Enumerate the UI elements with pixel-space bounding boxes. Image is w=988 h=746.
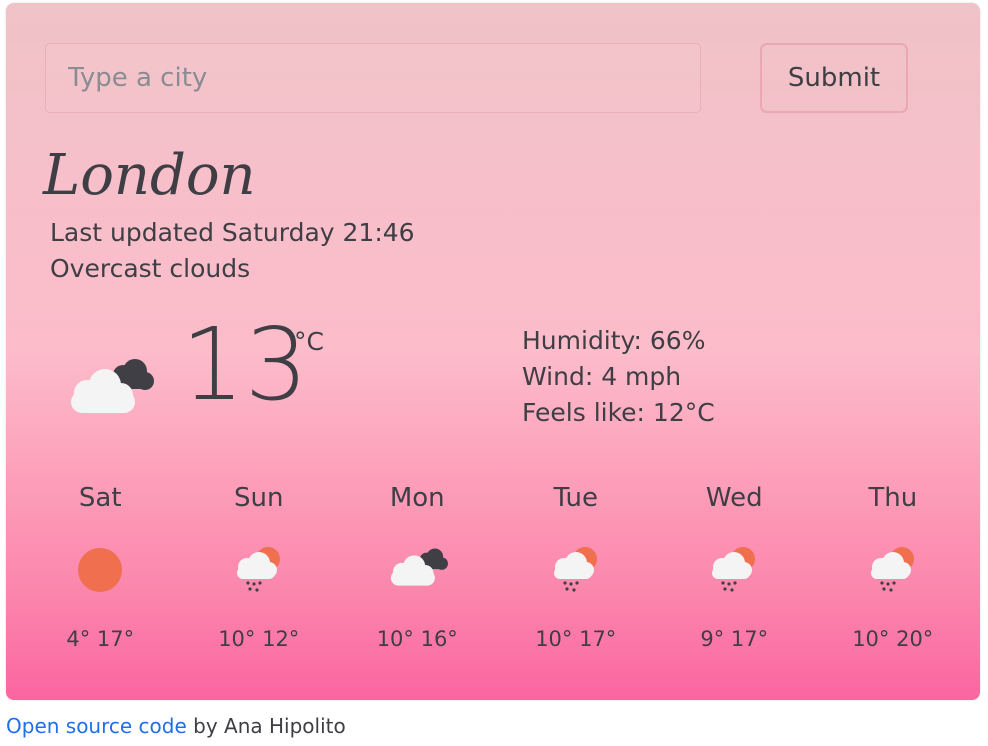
temperature-unit[interactable]: °C	[294, 327, 324, 356]
city-name: London	[43, 143, 256, 208]
city-search-input[interactable]	[45, 43, 701, 113]
forecast-temps: 10° 12°	[218, 627, 300, 651]
forecast-temps: 9° 17°	[700, 627, 769, 651]
forecast-day-name: Thu	[868, 483, 918, 513]
sun-icon	[75, 545, 125, 599]
forecast-day-name: Sun	[234, 483, 284, 513]
forecast-day: Sat 4° 17°	[21, 483, 180, 673]
last-updated-text: Last updated Saturday 21:46	[50, 218, 415, 247]
author-credit: by Ana Hipolito	[186, 714, 346, 738]
weather-details: Humidity: 66% Wind: 4 mph Feels like: 12…	[522, 323, 715, 431]
forecast-temps: 4° 17°	[66, 627, 135, 651]
overcast-clouds-icon	[61, 355, 157, 421]
forecast-day-name: Mon	[389, 483, 445, 513]
weather-card: Submit London Last updated Saturday 21:4…	[6, 3, 980, 700]
feels-like-text: Feels like: 12°C	[522, 398, 715, 427]
forecast-row: Sat 4° 17° Sun 10° 12° Mon 10° 16° Tue 1…	[21, 483, 976, 673]
rain-sun-cloud-icon	[708, 545, 760, 599]
wind-text: Wind: 4 mph	[522, 362, 682, 391]
humidity-text: Humidity: 66%	[522, 326, 706, 355]
overcast-clouds-icon	[384, 545, 450, 593]
rain-sun-cloud-icon	[550, 545, 602, 599]
rain-sun-cloud-icon	[233, 545, 285, 599]
forecast-day-name: Sat	[78, 483, 122, 513]
forecast-day: Mon 10° 16°	[338, 483, 497, 673]
forecast-day: Thu 10° 20°	[814, 483, 973, 673]
current-temperature: 13	[181, 306, 309, 423]
forecast-temps: 10° 16°	[376, 627, 458, 651]
submit-button[interactable]: Submit	[760, 43, 908, 113]
open-source-link[interactable]: Open source code	[6, 714, 187, 738]
forecast-day: Wed 9° 17°	[655, 483, 814, 673]
weather-description: Overcast clouds	[50, 254, 251, 283]
forecast-temps: 10° 17°	[535, 627, 617, 651]
forecast-day-name: Tue	[553, 483, 598, 513]
forecast-day-name: Wed	[705, 483, 763, 513]
forecast-day: Tue 10° 17°	[497, 483, 656, 673]
footer: Open source code by Ana Hipolito	[6, 714, 346, 738]
forecast-day: Sun 10° 12°	[180, 483, 339, 673]
forecast-temps: 10° 20°	[852, 627, 934, 651]
rain-sun-cloud-icon	[867, 545, 919, 599]
